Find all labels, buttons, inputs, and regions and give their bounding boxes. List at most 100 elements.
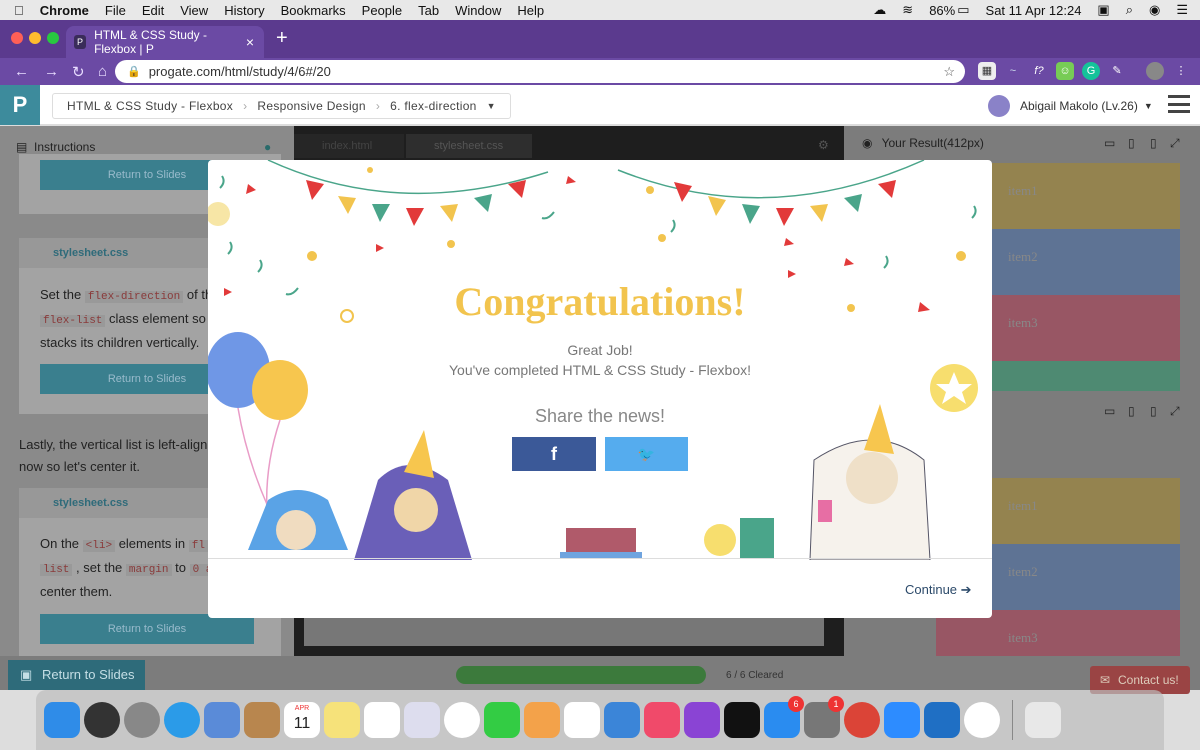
chrome-icon[interactable] (844, 702, 880, 738)
result-header: ◉ Your Result(412px) (862, 136, 984, 150)
browser-tab-active[interactable]: P HTML & CSS Study - Flexbox | P × (66, 26, 264, 58)
extension-5-icon[interactable]: ✎ (1108, 62, 1126, 80)
pages-icon[interactable] (524, 702, 560, 738)
address-bar[interactable]: 🔒 progate.com/html/study/4/6#/20 ☆ (115, 60, 965, 83)
smiley-app-icon[interactable] (964, 702, 1000, 738)
tab-index-html[interactable]: index.html (294, 134, 404, 158)
dock-divider (1012, 700, 1013, 740)
phone-view-icon[interactable]: ▯ (1150, 136, 1157, 150)
expand-icon[interactable]: ⤢ (1170, 404, 1180, 419)
phone-view-icon[interactable]: ▯ (1150, 404, 1157, 418)
bookmark-star-icon[interactable]: ☆ (943, 64, 955, 80)
menu-people[interactable]: People (362, 3, 402, 18)
close-window-button[interactable] (11, 32, 23, 44)
home-icon[interactable]: ⌂ (98, 63, 112, 80)
finder-icon[interactable] (44, 702, 80, 738)
menu-chrome[interactable]: Chrome (40, 3, 89, 18)
extension-3-icon[interactable]: f? (1030, 62, 1048, 80)
tablet-view-icon[interactable]: ▯ (1128, 136, 1135, 150)
wifi-icon[interactable]: ≋ (902, 2, 913, 18)
continue-button[interactable]: Continue ➔ (905, 582, 972, 598)
return-to-slides-footer-button[interactable]: ▣ Return to Slides (8, 660, 145, 690)
menu-tab[interactable]: Tab (418, 3, 439, 18)
profile-avatar[interactable] (1146, 62, 1164, 80)
minimize-window-button[interactable] (29, 32, 41, 44)
extension-4-icon[interactable]: ☺ (1056, 62, 1074, 80)
calendar-icon[interactable]: APR 11 (284, 702, 320, 738)
notification-center-icon[interactable]: ☰ (1176, 2, 1188, 18)
gear-icon[interactable]: ⚙ (818, 138, 829, 152)
onedrive-icon[interactable] (924, 702, 960, 738)
mail-icon[interactable] (204, 702, 240, 738)
breadcrumb-course[interactable]: HTML & CSS Study - Flexbox (67, 99, 233, 113)
reload-icon[interactable]: ↻ (72, 63, 86, 81)
battery-icon[interactable]: ▭ (957, 2, 969, 18)
siri-icon[interactable] (84, 702, 120, 738)
podcasts-icon[interactable] (684, 702, 720, 738)
reminders-icon[interactable] (364, 702, 400, 738)
url-text[interactable]: progate.com/html/study/4/6#/20 (149, 64, 331, 79)
menu-bookmarks[interactable]: Bookmarks (281, 3, 346, 18)
music-icon[interactable] (644, 702, 680, 738)
app-store-badge: 6 (788, 696, 804, 712)
return-to-slides-button[interactable]: Return to Slides (40, 614, 254, 644)
photos-icon[interactable] (444, 702, 480, 738)
text: elements in (118, 536, 186, 551)
lock-icon[interactable]: 🔒 (127, 65, 141, 78)
avatar (988, 95, 1010, 117)
app-store-icon[interactable]: 6 (764, 696, 804, 738)
menu-window[interactable]: Window (455, 3, 501, 18)
maps-icon[interactable] (404, 702, 440, 738)
keynote-icon[interactable] (604, 702, 640, 738)
breadcrumb-lesson[interactable]: 6. flex-direction (390, 99, 476, 113)
maximize-window-button[interactable] (47, 32, 59, 44)
trash-icon[interactable] (1025, 702, 1061, 738)
menu-edit[interactable]: Edit (142, 3, 164, 18)
caret-down-icon[interactable]: ▼ (487, 101, 496, 111)
tab-stylesheet-css[interactable]: stylesheet.css (406, 134, 532, 158)
text: now so let's center it. (19, 459, 140, 474)
code-text: list (40, 564, 73, 576)
system-preferences-icon[interactable]: 1 (804, 696, 844, 738)
congratulations-title: Congratulations! (454, 279, 746, 324)
cloud-icon[interactable]: ☁ (873, 2, 886, 18)
notes-icon[interactable] (324, 702, 360, 738)
menu-file[interactable]: File (105, 3, 126, 18)
forward-icon[interactable]: → (44, 63, 59, 80)
tab-title: HTML & CSS Study - Flexbox | P (94, 28, 207, 56)
menu-view[interactable]: View (180, 3, 208, 18)
laptop-view-icon[interactable]: ▭ (1104, 404, 1115, 418)
breadcrumb-section[interactable]: Responsive Design (257, 99, 366, 113)
instructions-title: Instructions (34, 140, 96, 154)
menu-help[interactable]: Help (517, 3, 544, 18)
zoom-icon[interactable] (884, 702, 920, 738)
user-icon[interactable]: ▣ (1097, 2, 1109, 18)
facebook-share-button[interactable]: f (512, 437, 596, 471)
tablet-view-icon[interactable]: ▯ (1128, 404, 1135, 418)
extension-2-icon[interactable]: ~ (1004, 62, 1022, 80)
safari-icon[interactable] (164, 702, 200, 738)
menu-history[interactable]: History (224, 3, 264, 18)
twitter-share-button[interactable]: 🐦 (605, 437, 688, 471)
apple-menu-icon[interactable]:  (14, 3, 24, 18)
chrome-menu-icon[interactable]: ⋮ (1172, 62, 1190, 80)
new-tab-button[interactable]: + (276, 27, 288, 50)
result-title: Your Result(412px) (881, 136, 984, 150)
grammarly-icon[interactable]: G (1082, 62, 1100, 80)
close-tab-icon[interactable]: × (246, 34, 254, 50)
extension-1-icon[interactable]: ▦ (978, 62, 996, 80)
siri-icon[interactable]: ◉ (1149, 2, 1160, 18)
laptop-view-icon[interactable]: ▭ (1104, 136, 1115, 150)
clock[interactable]: Sat 11 Apr 12:24 (986, 3, 1082, 18)
apple-tv-icon[interactable] (724, 702, 760, 738)
user-menu[interactable]: Abigail Makolo (Lv.26) ▼ (988, 95, 1153, 117)
numbers-icon[interactable] (564, 702, 600, 738)
expand-icon[interactable]: ⤢ (1170, 136, 1180, 151)
launchpad-icon[interactable] (124, 702, 160, 738)
hamburger-menu-icon[interactable] (1168, 95, 1190, 113)
back-icon[interactable]: ← (14, 63, 29, 80)
facetime-icon[interactable] (484, 702, 520, 738)
contacts-icon[interactable] (244, 702, 280, 738)
spotlight-search-icon[interactable]: ⌕ (1126, 2, 1133, 18)
progate-logo[interactable]: P (0, 85, 40, 125)
